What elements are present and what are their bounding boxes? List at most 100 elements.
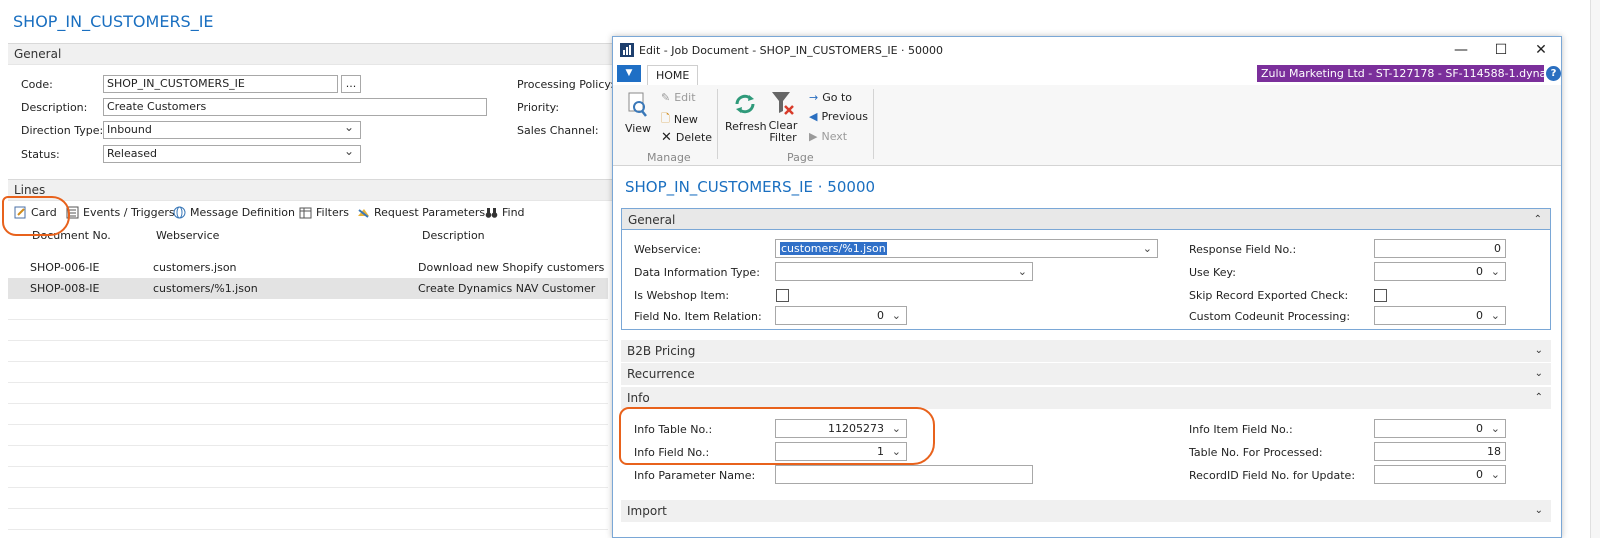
delete-x-icon: ✕ [661, 130, 672, 145]
direction-type-value: Inbound [107, 123, 152, 136]
dialog-titlebar[interactable]: Edit - Job Document - SHOP_IN_CUSTOMERS_… [613, 37, 1561, 63]
chevron-down-icon: ⌄ [1534, 368, 1543, 379]
description-label: Description: [21, 101, 88, 114]
page-title: SHOP_IN_CUSTOMERS_IE [13, 12, 214, 31]
data-information-type-select[interactable]: ⌄ [775, 262, 1033, 281]
next-button[interactable]: ▶ Next [809, 130, 847, 143]
delete-button[interactable]: ✕ Delete [661, 130, 712, 145]
response-field-no-input[interactable]: 0 [1374, 239, 1506, 258]
chevron-down-icon: ⌄ [1490, 468, 1500, 481]
ribbon-divider [873, 89, 874, 159]
info-fasttab-header[interactable]: Info ⌃ [621, 387, 1551, 409]
row-description: Download new Shopify customers [418, 261, 605, 274]
pencil-icon: ✎ [661, 91, 671, 104]
edit-label: Edit [674, 91, 696, 104]
edit-button[interactable]: ✎ Edit [661, 91, 696, 104]
grid-icon [299, 206, 312, 219]
view-button[interactable]: View [623, 91, 653, 135]
maximize-button[interactable]: ☐ [1481, 37, 1521, 63]
new-button[interactable]: 🗋 New [661, 110, 698, 129]
find-action[interactable]: Find [485, 206, 525, 219]
code-input[interactable]: SHOP_IN_CUSTOMERS_IE [103, 75, 338, 93]
chevron-down-icon: ⌄ [1142, 242, 1152, 255]
general-fasttab-header[interactable]: General ⌃ [621, 208, 1551, 230]
use-key-value: 0 [1476, 265, 1483, 278]
row-document-no: SHOP-006-IE [30, 261, 100, 274]
skip-record-exported-check-checkbox[interactable] [1374, 289, 1387, 302]
clear-filter-label-2: Filter [769, 131, 797, 144]
column-header-description[interactable]: Description [422, 229, 485, 242]
refresh-label: Refresh [725, 120, 767, 133]
info-field-no-select[interactable]: 1 ⌄ [775, 442, 907, 461]
info-item-field-no-select[interactable]: 0 ⌄ [1374, 419, 1506, 438]
clear-filter-button[interactable]: Clear Filter [768, 89, 798, 144]
new-label: New [673, 113, 698, 126]
code-lookup-button[interactable]: ... [341, 75, 361, 93]
column-header-document-no[interactable]: Document No. [32, 229, 111, 242]
use-key-select[interactable]: 0 ⌄ [1374, 262, 1506, 281]
chevron-down-icon: ⌄ [1490, 309, 1500, 322]
page-scrollbar[interactable] [1590, 0, 1600, 538]
import-label: Import [627, 504, 667, 518]
info-label: Info [627, 391, 650, 405]
info-table-no-select[interactable]: 11205273 ⌄ [775, 419, 907, 438]
webservice-select[interactable]: customers/%1.json ⌄ [775, 239, 1158, 258]
table-row[interactable]: SHOP-006-IE customers.json Download new … [8, 257, 608, 278]
recordid-field-no-select[interactable]: 0 ⌄ [1374, 465, 1506, 484]
refresh-button[interactable]: Refresh [725, 91, 767, 133]
page-group-label: Page [787, 151, 814, 164]
import-fasttab-header[interactable]: Import ⌄ [621, 500, 1551, 522]
filters-action[interactable]: Filters [299, 206, 349, 219]
info-parameter-name-input[interactable] [775, 465, 1033, 484]
chevron-up-icon: ⌃ [1534, 392, 1543, 403]
minimize-button[interactable]: — [1441, 37, 1481, 63]
filters-label: Filters [316, 206, 349, 219]
new-document-icon: 🗋 [661, 112, 670, 125]
goto-button[interactable]: → Go to [809, 91, 852, 104]
tab-home[interactable]: HOME [647, 65, 699, 86]
chevron-down-icon: ⌄ [1017, 265, 1027, 278]
close-button[interactable]: ✕ [1521, 37, 1561, 63]
chevron-down-icon: ⌄ [1534, 505, 1543, 516]
request-parameters-action[interactable]: Request Parameters [357, 206, 485, 219]
triangle-right-icon: ▶ [809, 130, 818, 143]
custom-codeunit-processing-value: 0 [1476, 309, 1483, 322]
webservice-label: Webservice: [634, 243, 702, 256]
column-header-webservice[interactable]: Webservice [156, 229, 219, 242]
previous-button[interactable]: ◀ Previous [809, 110, 868, 123]
table-no-for-processed-input[interactable]: 18 [1374, 442, 1506, 461]
card-action[interactable]: Card [14, 206, 57, 219]
direction-type-select[interactable]: Inbound [103, 119, 361, 139]
window-title: Edit - Job Document - SHOP_IN_CUSTOMERS_… [639, 44, 944, 57]
priority-label: Priority: [517, 101, 560, 114]
custom-codeunit-processing-select[interactable]: 0 ⌄ [1374, 306, 1506, 325]
lines-section-header[interactable]: Lines [8, 179, 614, 201]
events-triggers-action[interactable]: Events / Triggers [66, 206, 175, 219]
next-label: Next [821, 130, 848, 143]
custom-codeunit-processing-label: Custom Codeunit Processing: [1189, 310, 1351, 323]
message-definition-action[interactable]: Message Definition [173, 206, 295, 219]
chevron-down-icon: ⌄ [891, 445, 901, 458]
refresh-icon [732, 94, 758, 120]
events-triggers-label: Events / Triggers [83, 206, 175, 219]
chevron-up-icon: ⌃ [1533, 214, 1542, 225]
sales-channel-label: Sales Channel: [517, 124, 599, 137]
table-row-selected[interactable]: SHOP-008-IE customers/%1.json Create Dyn… [8, 278, 608, 299]
is-webshop-item-checkbox[interactable] [776, 289, 789, 302]
chevron-down-icon: ⌄ [891, 422, 901, 435]
info-item-field-no-label: Info Item Field No.: [1189, 423, 1293, 436]
view-label: View [624, 122, 652, 135]
status-select[interactable]: Released [103, 143, 361, 163]
general-section-header[interactable]: General [8, 43, 614, 65]
description-input[interactable]: Create Customers [103, 98, 487, 116]
b2b-pricing-fasttab-header[interactable]: B2B Pricing ⌄ [621, 340, 1551, 362]
recurrence-fasttab-header[interactable]: Recurrence ⌄ [621, 363, 1551, 385]
triangle-left-icon: ◀ [809, 110, 818, 123]
field-no-item-relation-select[interactable]: 0 ⌄ [775, 306, 907, 325]
recurrence-label: Recurrence [627, 367, 695, 381]
processing-policy-label: Processing Policy: [517, 78, 614, 91]
ribbon-menu-button[interactable]: ▼ [617, 65, 641, 82]
direction-type-label: Direction Type: [21, 124, 104, 137]
message-definition-label: Message Definition [190, 206, 295, 219]
help-icon[interactable]: ? [1546, 66, 1561, 81]
